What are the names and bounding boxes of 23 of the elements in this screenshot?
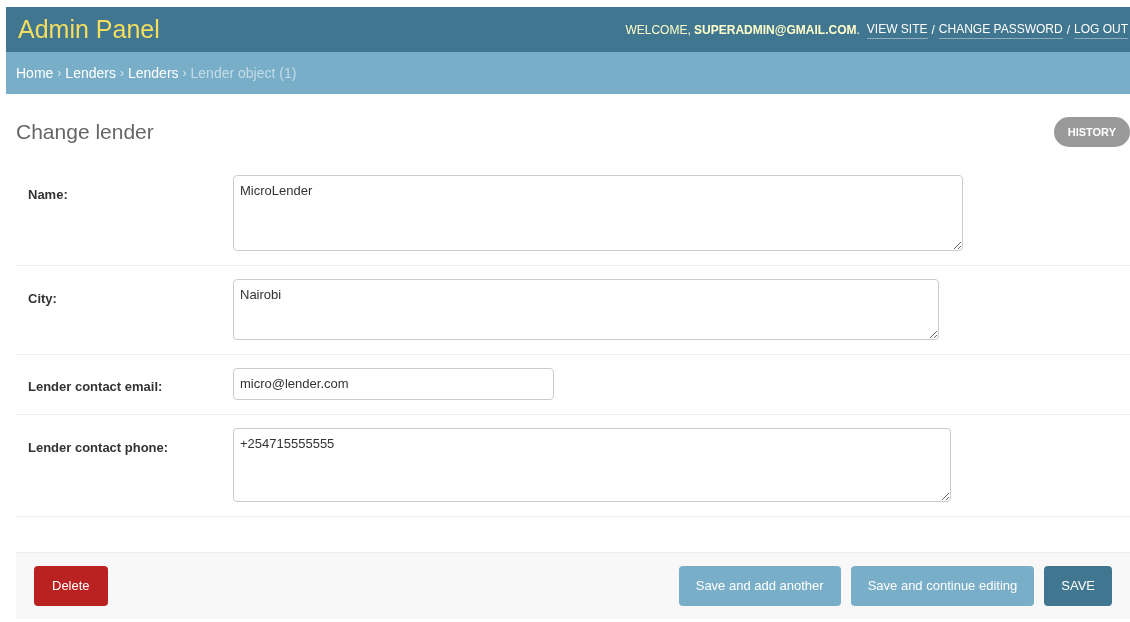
delete-button[interactable]: Delete — [34, 565, 108, 606]
page-title: Change lender — [16, 119, 154, 145]
header-link[interactable]: VIEW SITE — [866, 20, 928, 39]
breadcrumb-separator: › — [182, 65, 187, 82]
field-label: Lender contact email: — [28, 377, 164, 396]
input-field[interactable]: +254715555555 — [233, 427, 951, 502]
field-label: City: — [28, 289, 58, 308]
header-link[interactable]: LOG OUT — [1074, 20, 1128, 39]
site-title: Admin Panel — [18, 13, 160, 45]
breadcrumb-separator: › — [57, 65, 62, 82]
header-link[interactable]: CHANGE PASSWORD — [938, 20, 1063, 39]
breadcrumb-separator: › — [119, 65, 124, 82]
input-field[interactable]: MicroLender — [233, 174, 963, 251]
separator: / — [931, 21, 935, 39]
input-field[interactable]: Nairobi — [233, 278, 939, 340]
current-page-text: Lender object (1) — [190, 63, 297, 83]
separator: / — [1066, 21, 1070, 39]
welcome-text: WELCOME, SUPERADMIN@GMAIL.COM. — [625, 21, 860, 39]
field-label: Name: — [28, 185, 69, 204]
field-label: Lender contact phone: — [28, 438, 170, 457]
input-field[interactable]: micro@lender.com — [233, 367, 554, 400]
save-button[interactable]: SAVE — [1044, 565, 1112, 606]
history-button[interactable]: HISTORY — [1053, 116, 1130, 147]
